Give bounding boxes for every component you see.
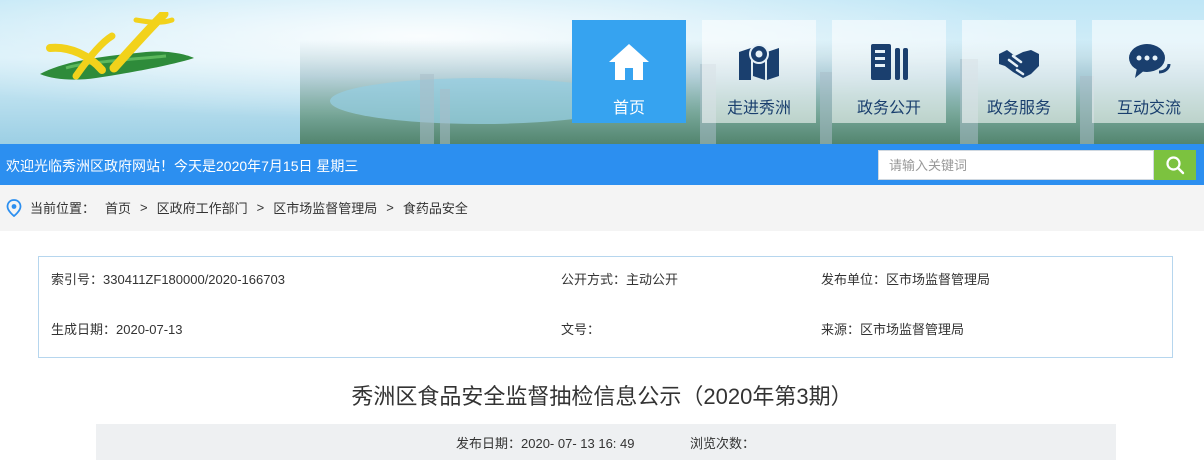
unit-label: 发布单位：	[821, 272, 887, 287]
nav-item-interaction[interactable]: 互动交流	[1092, 20, 1204, 123]
document-number: 文号：	[561, 319, 600, 338]
view-count: 浏览次数：	[690, 436, 756, 451]
banner-building	[420, 74, 434, 144]
breadcrumb-item-food-safety[interactable]: 食药品安全	[403, 198, 468, 217]
breadcrumb-item-bureau[interactable]: 区市场监督管理局	[273, 198, 377, 217]
header-banner: 首页 走进秀洲 政务公开 政务服务 互动交流	[0, 0, 1204, 144]
handshake-icon	[999, 50, 1039, 78]
breadcrumb-separator: >	[140, 200, 148, 215]
welcome-text: 欢迎光临秀洲区政府网站！今天是2020年7月15日 星期三	[6, 158, 359, 174]
nav-item-about[interactable]: 走进秀洲	[702, 20, 816, 123]
publish-unit: 发布单位：区市场监督管理局	[821, 269, 990, 288]
search-button[interactable]	[1154, 150, 1196, 180]
chat-icon	[1129, 44, 1171, 78]
site-logo[interactable]	[36, 12, 196, 88]
date-value: 2020-07-13	[116, 322, 183, 337]
publish-date-label: 发布日期：	[456, 436, 522, 451]
main-content: 索引号：330411ZF180000/2020-166703 公开方式：主动公开…	[0, 231, 1204, 460]
nav-item-gov-service[interactable]: 政务服务	[962, 20, 1076, 123]
search-input[interactable]	[879, 151, 1153, 179]
nav-item-gov-open[interactable]: 政务公开	[832, 20, 946, 123]
date-label: 生成日期：	[51, 322, 117, 337]
index-label: 索引号：	[51, 272, 104, 287]
docno-label: 文号：	[561, 322, 601, 337]
open-value: 主动公开	[626, 272, 679, 287]
index-value: 330411ZF180000/2020-166703	[103, 272, 285, 287]
welcome-bar: 欢迎光临秀洲区政府网站！今天是2020年7月15日 星期三	[0, 144, 1204, 185]
open-method: 公开方式：主动公开	[561, 269, 678, 288]
index-number: 索引号：330411ZF180000/2020-166703	[51, 269, 285, 288]
publish-date-value: 2020- 07- 13 16: 49	[521, 436, 635, 451]
nav-label: 政务服务	[986, 100, 1051, 117]
article-title: 秀洲区食品安全监督抽检信息公示（2020年第3期）	[351, 384, 853, 409]
publish-info-bar: 发布日期：2020- 07- 13 16: 49 浏览次数：	[96, 424, 1116, 460]
source-label: 来源：	[821, 322, 861, 337]
publish-date: 发布日期：2020- 07- 13 16: 49	[456, 433, 635, 452]
breadcrumb: 当前位置： 首页 > 区政府工作部门 > 区市场监督管理局 > 食药品安全	[6, 198, 468, 217]
info-table: 索引号：330411ZF180000/2020-166703 公开方式：主动公开…	[38, 256, 1173, 358]
map-icon	[739, 44, 779, 80]
nav-label: 首页	[612, 100, 645, 117]
nav-label: 互动交流	[1116, 100, 1181, 117]
breadcrumb-separator: >	[256, 200, 265, 215]
search-icon	[1166, 156, 1185, 175]
source: 来源：区市场监督管理局	[821, 319, 964, 338]
unit-value: 区市场监督管理局	[886, 272, 991, 287]
document-icon	[871, 44, 908, 80]
banner-building	[820, 72, 832, 144]
generate-date: 生成日期：2020-07-13	[51, 319, 183, 338]
source-value: 区市场监督管理局	[860, 322, 965, 337]
breadcrumb-item-departments[interactable]: 区政府工作部门	[157, 198, 248, 217]
nav-label: 政务公开	[856, 100, 921, 117]
banner-building	[440, 89, 450, 144]
open-label: 公开方式：	[561, 272, 627, 287]
nav-item-home[interactable]: 首页	[572, 20, 686, 123]
breadcrumb-item-home[interactable]: 首页	[105, 198, 131, 217]
location-pin-icon	[6, 198, 22, 217]
breadcrumb-separator: >	[386, 200, 394, 215]
breadcrumb-label: 当前位置：	[30, 201, 96, 216]
home-icon	[609, 44, 649, 80]
search-box	[878, 150, 1154, 180]
breadcrumb-bar: 当前位置： 首页 > 区政府工作部门 > 区市场监督管理局 > 食药品安全	[0, 185, 1204, 231]
nav-label: 走进秀洲	[726, 100, 791, 117]
